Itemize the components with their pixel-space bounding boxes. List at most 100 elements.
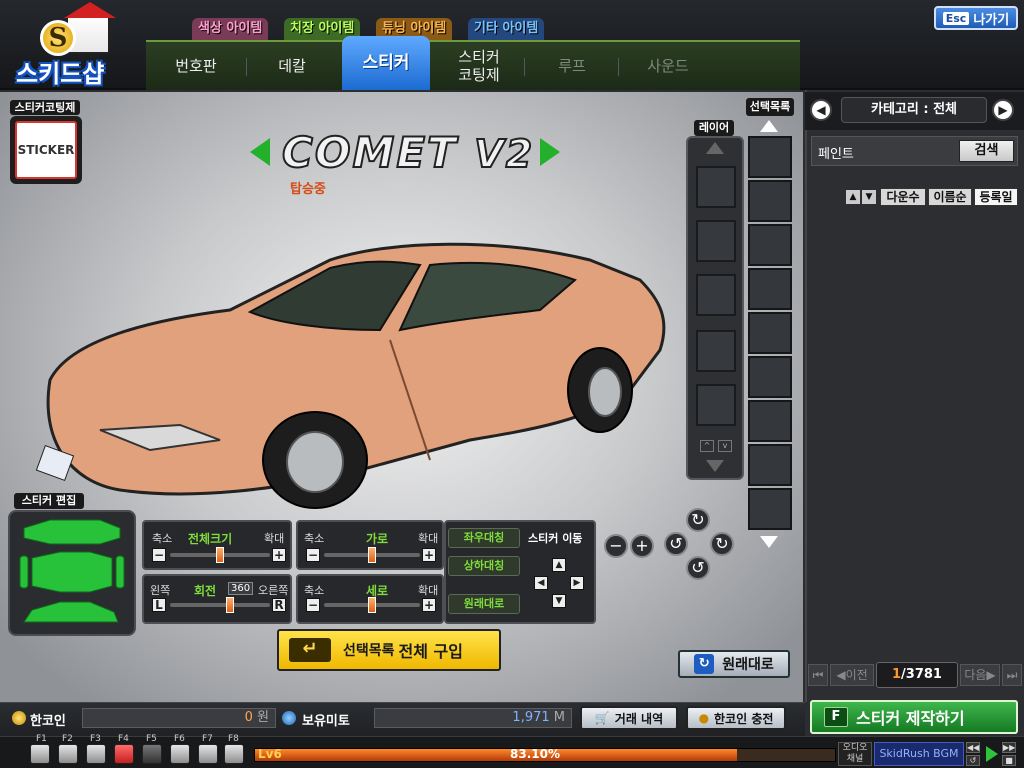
width-slider-handle[interactable] xyxy=(368,547,376,563)
selection-slot[interactable] xyxy=(748,268,792,310)
tab-color-items[interactable]: 색상 아이템 xyxy=(192,18,269,40)
size-increase-button[interactable]: + xyxy=(272,548,286,562)
prev-page-button[interactable]: ◀이전 xyxy=(830,664,874,686)
layer-slot[interactable] xyxy=(696,274,736,316)
height-slider-handle[interactable] xyxy=(368,597,376,613)
rotate-slider[interactable] xyxy=(170,597,270,613)
reset-label: 원래대로 xyxy=(722,657,774,673)
width-slider[interactable] xyxy=(324,547,420,563)
layer-move-down-button[interactable]: v xyxy=(718,440,732,452)
music-stop-button[interactable]: ■ xyxy=(1002,755,1016,766)
f6-menu-icon[interactable] xyxy=(170,744,190,764)
layer-down-arrow[interactable] xyxy=(706,460,724,472)
mirror-vertical-button[interactable]: 상하대칭 xyxy=(448,556,520,576)
restore-sticker-button[interactable]: 원래대로 xyxy=(448,594,520,614)
category-next-arrow[interactable]: ▶ xyxy=(992,99,1014,121)
tab-decal[interactable]: 데칼 xyxy=(246,42,338,90)
width-increase-button[interactable]: + xyxy=(422,548,436,562)
sort-downloads-button[interactable]: 다운수 xyxy=(880,188,926,206)
zoom-out-button[interactable]: − xyxy=(604,534,628,558)
rotate-camera-down-icon[interactable]: ↺ xyxy=(686,556,710,580)
move-down-button[interactable]: ▼ xyxy=(552,594,566,608)
sort-date-button[interactable]: 등록일 xyxy=(974,188,1018,206)
sort-desc-button[interactable]: ▼ xyxy=(862,190,876,204)
rotate-left-button[interactable]: L xyxy=(152,598,166,612)
height-slider[interactable] xyxy=(324,597,420,613)
selection-slot[interactable] xyxy=(748,312,792,354)
tab-roof[interactable]: 루프 xyxy=(526,42,618,90)
tab-sticker-coating[interactable]: 스티커 코팅제 xyxy=(436,42,522,90)
search-button[interactable]: 검색 xyxy=(959,140,1014,162)
search-input[interactable]: 페인트 xyxy=(818,143,958,162)
coating-slot[interactable]: STICKER xyxy=(10,116,82,184)
make-sticker-button[interactable]: F 스티커 제작하기 xyxy=(810,700,1018,734)
f1-menu-icon[interactable] xyxy=(30,744,50,764)
selection-slot[interactable] xyxy=(748,136,792,178)
size-decrease-button[interactable]: − xyxy=(152,548,166,562)
category-prev-arrow[interactable]: ◀ xyxy=(810,99,832,121)
rotate-camera-right-icon[interactable]: ↻ xyxy=(710,532,734,556)
height-increase-button[interactable]: + xyxy=(422,598,436,612)
mirror-horizontal-button[interactable]: 좌우대칭 xyxy=(448,528,520,548)
sort-name-button[interactable]: 이름순 xyxy=(928,188,972,206)
layer-slot[interactable] xyxy=(696,330,736,372)
selection-slot[interactable] xyxy=(748,224,792,266)
f7-gear-icon[interactable] xyxy=(198,744,218,764)
category-selector[interactable]: 카테고리 : 전체 xyxy=(841,97,987,123)
music-next-button[interactable]: ▶▶ xyxy=(1002,742,1016,753)
selection-up-arrow[interactable] xyxy=(760,120,778,132)
f7-key-label: F7 xyxy=(202,734,213,744)
music-prev-button[interactable]: ◀◀ xyxy=(966,742,980,753)
trade-history-button[interactable]: 🛒 거래 내역 xyxy=(580,706,678,730)
f5-menu-icon[interactable] xyxy=(142,744,162,764)
reset-all-button[interactable]: ↻ 원래대로 xyxy=(678,650,790,678)
music-play-button[interactable] xyxy=(986,746,998,762)
size-slider[interactable] xyxy=(170,547,270,563)
selection-down-arrow[interactable] xyxy=(760,536,778,548)
f4-shop-icon[interactable] xyxy=(114,744,134,764)
buy-all-button[interactable]: ↵ 선택목록 전체 구입 xyxy=(277,629,501,671)
next-page-button[interactable]: 다음▶ xyxy=(960,664,1000,686)
move-left-button[interactable]: ◀ xyxy=(534,576,548,590)
level-label: Lv6 xyxy=(258,747,282,761)
tab-license-plate[interactable]: 번호판 xyxy=(146,42,246,90)
layer-slot[interactable] xyxy=(696,220,736,262)
f3-key-label: F3 xyxy=(90,734,101,744)
rotate-camera-left-icon[interactable]: ↺ xyxy=(664,532,688,556)
layer-slot[interactable] xyxy=(696,166,736,208)
exit-button[interactable]: Esc 나가기 xyxy=(934,6,1018,30)
rotate-slider-handle[interactable] xyxy=(226,597,234,613)
selection-slot[interactable] xyxy=(748,488,792,530)
car-preview[interactable] xyxy=(30,220,690,520)
height-decrease-button[interactable]: − xyxy=(306,598,320,612)
ride-status: 탑승중 xyxy=(290,182,326,197)
tab-sound[interactable]: 사운드 xyxy=(620,42,716,90)
layer-move-up-button[interactable]: ^ xyxy=(700,440,714,452)
tab-other-items[interactable]: 기타 아이템 xyxy=(468,18,545,40)
selection-slot[interactable] xyxy=(748,400,792,442)
size-slider-handle[interactable] xyxy=(216,547,224,563)
width-decrease-button[interactable]: − xyxy=(306,548,320,562)
next-car-arrow[interactable] xyxy=(540,138,560,166)
zoom-in-button[interactable]: + xyxy=(630,534,654,558)
prev-car-arrow[interactable] xyxy=(250,138,270,166)
rotate-camera-up-icon[interactable]: ↻ xyxy=(686,508,710,532)
layer-up-arrow[interactable] xyxy=(706,142,724,154)
selection-slot[interactable] xyxy=(748,444,792,486)
layer-slot[interactable] xyxy=(696,384,736,426)
audio-channel-button[interactable]: 오디오 채널 xyxy=(838,742,872,766)
sort-asc-button[interactable]: ▲ xyxy=(846,190,860,204)
selection-slot[interactable] xyxy=(748,356,792,398)
move-right-button[interactable]: ▶ xyxy=(570,576,584,590)
music-repeat-button[interactable]: ↺ xyxy=(966,755,980,766)
f2-menu-icon[interactable] xyxy=(58,744,78,764)
move-up-button[interactable]: ▲ xyxy=(552,558,566,572)
first-page-icon[interactable]: ⏮ xyxy=(808,664,828,686)
selection-slot[interactable] xyxy=(748,180,792,222)
f8-menu-icon[interactable] xyxy=(224,744,244,764)
last-page-icon[interactable]: ⏭ xyxy=(1002,664,1022,686)
charge-hancoin-button[interactable]: ● 한코인 충전 xyxy=(686,706,786,730)
tab-sticker[interactable]: 스티커 xyxy=(342,36,430,90)
rotate-right-button[interactable]: R xyxy=(272,598,286,612)
f3-menu-icon[interactable] xyxy=(86,744,106,764)
